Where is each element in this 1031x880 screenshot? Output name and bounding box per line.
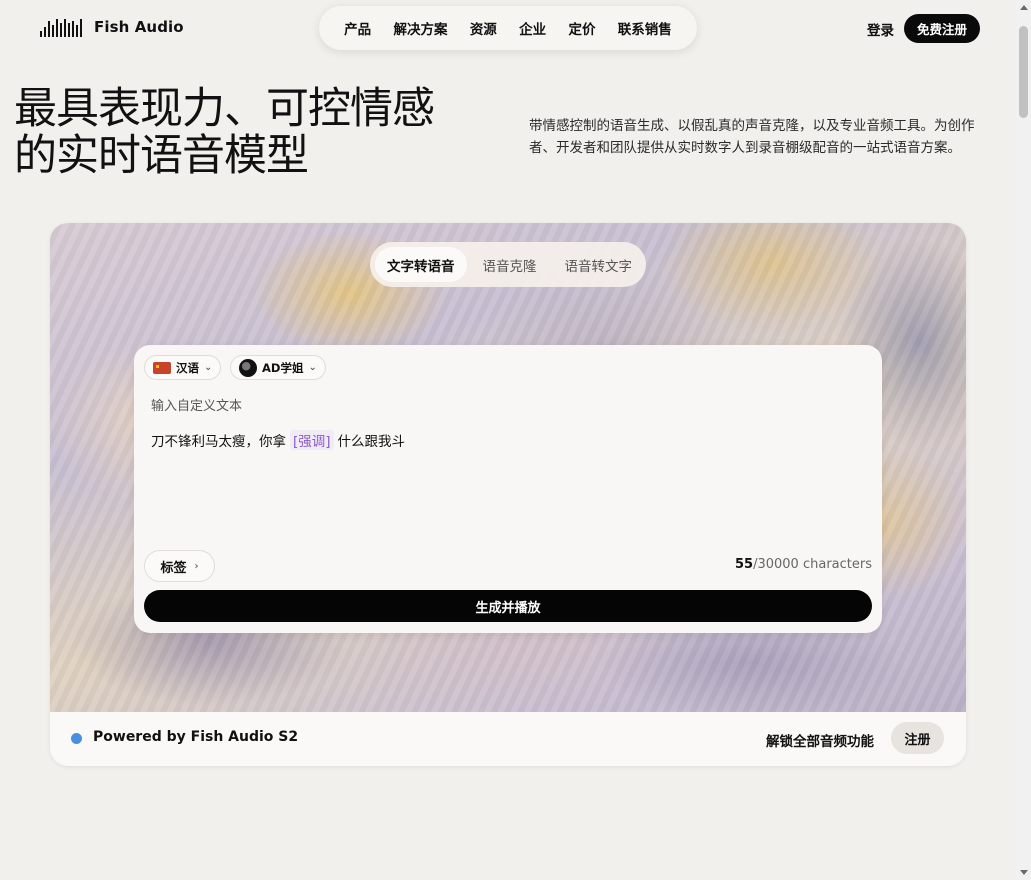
brand-name: Fish Audio [94, 18, 184, 36]
scroll-up-arrow-icon[interactable] [1020, 5, 1028, 10]
hero-title-line-2: 的实时语音模型 [14, 131, 309, 181]
main-nav: 产品 解决方案 资源 企业 定价 联系销售 [319, 6, 697, 50]
nav-item-products[interactable]: 产品 [344, 18, 371, 38]
status-dot [71, 733, 82, 744]
scroll-thumb[interactable] [1019, 26, 1028, 118]
tags-label: 标签 [160, 560, 187, 576]
waveform-logo-icon [40, 17, 82, 37]
hero-title-line-1: 最具表现力、可控情感 [14, 84, 435, 134]
voice-select[interactable]: AD学姐 ⌄ [230, 355, 326, 380]
voice-label: AD学姐 [262, 360, 304, 375]
tags-button[interactable]: 标签 › [144, 550, 215, 582]
chevron-down-icon: ⌄ [204, 362, 213, 373]
nav-item-solutions[interactable]: 解决方案 [393, 18, 447, 38]
demo-footer: Powered by Fish Audio S2 解锁全部音频功能 注册 [50, 712, 966, 766]
scroll-down-arrow-icon[interactable] [1020, 870, 1028, 875]
language-select[interactable]: 汉语 ⌄ [144, 355, 222, 380]
text-segment: 刀不锋利马太瘦，你拿 [151, 434, 286, 450]
nav-item-contact-sales[interactable]: 联系销售 [618, 18, 672, 38]
text-segment: 什么跟我斗 [337, 434, 406, 450]
custom-text-placeholder[interactable]: 输入自定义文本 [151, 395, 242, 414]
powered-by-label: Powered by Fish Audio S2 [93, 729, 299, 745]
hero-title: 最具表现力、可控情感 的实时语音模型 [14, 86, 484, 180]
voice-avatar [239, 358, 257, 377]
character-count: 55 [735, 557, 754, 572]
chevron-right-icon: › [194, 560, 199, 572]
character-limit: /30000 characters [753, 557, 872, 572]
china-flag-icon [153, 361, 171, 374]
nav-item-pricing[interactable]: 定价 [568, 18, 595, 38]
tab-voice-clone[interactable]: 语音克隆 [471, 247, 549, 282]
nav-item-resources[interactable]: 资源 [470, 18, 497, 38]
page-scrollbar[interactable] [1016, 0, 1031, 880]
hero-description: 带情感控制的语音生成、以假乱真的声音克隆，以及专业音频工具。为创作者、开发者和团… [529, 118, 975, 156]
site-header: Fish Audio 产品 解决方案 资源 企业 定价 联系销售 登录 免费注册 [0, 0, 1016, 56]
text-editor-panel: 汉语 ⌄ AD学姐 ⌄ 输入自定义文本 刀不锋利马太瘦，你拿 [强调] 什么跟我… [134, 345, 882, 633]
language-label: 汉语 [176, 360, 199, 375]
chevron-down-icon: ⌄ [308, 362, 317, 373]
text-input[interactable]: 刀不锋利马太瘦，你拿 [强调] 什么跟我斗 [151, 430, 405, 450]
nav-item-enterprise[interactable]: 企业 [519, 18, 546, 38]
emphasis-tag[interactable]: [强调] [290, 430, 334, 450]
brand-logo[interactable]: Fish Audio [40, 17, 184, 37]
tab-text-to-speech[interactable]: 文字转语音 [375, 247, 467, 282]
tts-demo-card: 文字转语音 语音克隆 语音转文字 汉语 ⌄ AD学姐 ⌄ 输入自定义文本 刀不锋… [50, 223, 966, 766]
mode-tabs: 文字转语音 语音克隆 语音转文字 [370, 242, 646, 287]
character-counter: 55/30000 characters [735, 557, 872, 572]
generate-play-button[interactable]: 生成并播放 [144, 590, 872, 622]
unlock-features-label: 解锁全部音频功能 [766, 734, 874, 750]
login-link[interactable]: 登录 [867, 19, 894, 39]
register-button[interactable]: 注册 [891, 722, 944, 754]
tab-speech-to-text[interactable]: 语音转文字 [553, 247, 645, 282]
signup-button[interactable]: 免费注册 [904, 14, 980, 43]
